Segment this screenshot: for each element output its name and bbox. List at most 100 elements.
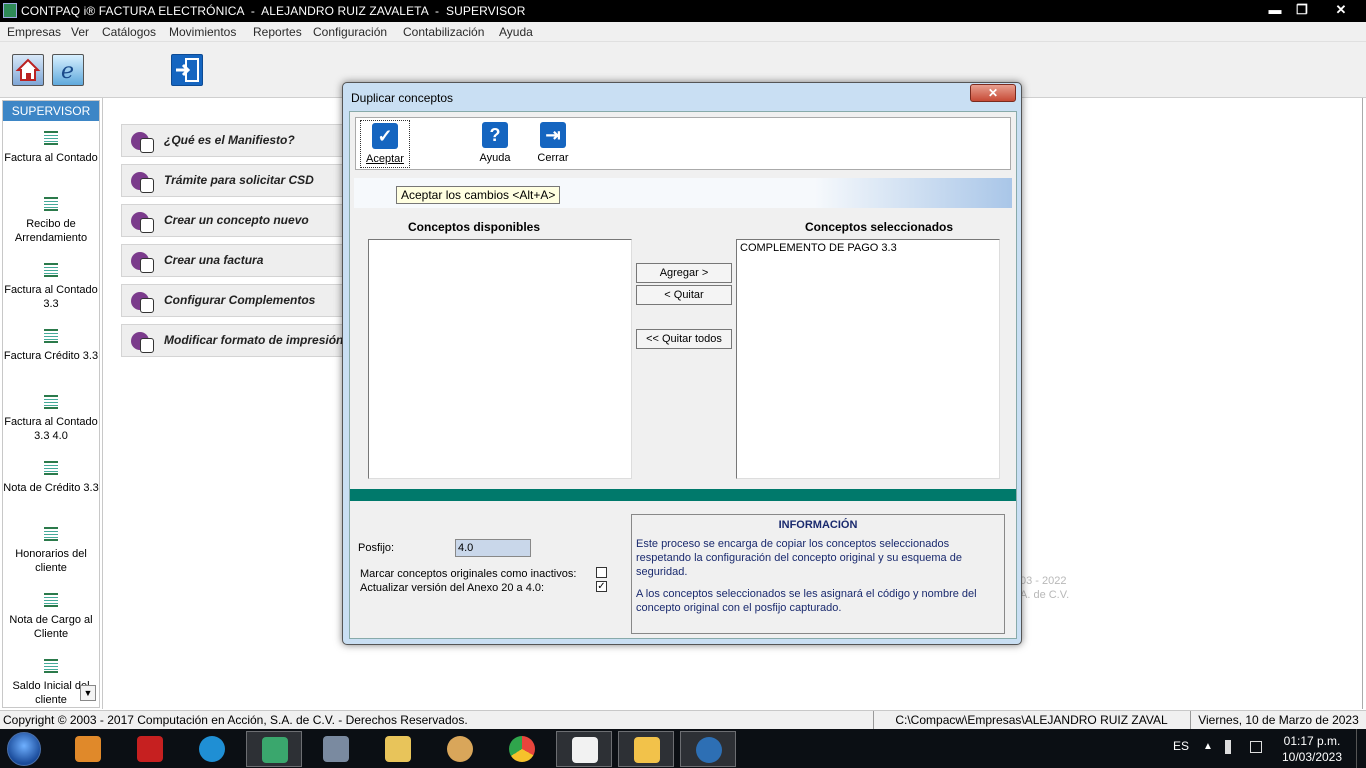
sidebar-item-label: Honorarios del cliente: [15, 548, 87, 574]
sidebar-item-label: Nota de Crédito 3.3: [3, 482, 99, 494]
information-text: Este proceso se encarga de copiar los co…: [636, 538, 962, 578]
restore-button[interactable]: ❐: [1288, 0, 1316, 19]
link-formato-impresion[interactable]: Modificar formato de impresión: [121, 324, 351, 357]
link-label: Configurar Complementos: [164, 293, 316, 307]
link-tramite-csd[interactable]: Trámite para solicitar CSD: [121, 164, 351, 197]
information-panel: INFORMACIÓN Este proceso se encarga de c…: [631, 514, 1005, 634]
sidebar-item-nota-credito-33[interactable]: Nota de Crédito 3.3: [3, 461, 99, 495]
sidebar-item-label: Saldo Inicial del cliente: [12, 680, 90, 706]
pointing-hand-icon: [131, 132, 154, 153]
status-date: Viernes, 10 de Marzo de 2023: [1190, 711, 1366, 729]
chrome-icon[interactable]: [494, 731, 550, 767]
postfix-input[interactable]: 4.0: [455, 539, 531, 557]
triangle-app-icon[interactable]: [680, 731, 736, 767]
update-annex-checkbox[interactable]: ✓: [596, 581, 607, 592]
app-glyph: [447, 736, 473, 762]
sidebar-item-label: Factura al Contado 3.3 4.0: [4, 416, 98, 442]
dialog-close-button[interactable]: ✕: [970, 84, 1016, 102]
menu-reportes[interactable]: Reportes: [253, 25, 302, 39]
selected-concepts-header: Conceptos seleccionados: [805, 220, 954, 234]
close-window-button[interactable]: ✕: [1320, 0, 1362, 19]
exit-icon[interactable]: [171, 54, 203, 86]
sidebar-item-recibo-arrendamiento[interactable]: Recibo de Arrendamiento: [3, 197, 99, 245]
pdf-reader-icon[interactable]: [122, 731, 178, 767]
network-icon[interactable]: [1250, 741, 1262, 753]
app-glyph: [385, 736, 411, 762]
media-player-icon[interactable]: [60, 731, 116, 767]
paint-icon[interactable]: [432, 731, 488, 767]
postfix-label: Posfijo:: [358, 542, 395, 554]
link-crear-factura[interactable]: Crear una factura: [121, 244, 351, 277]
menu-movimientos[interactable]: Movimientos: [169, 25, 236, 39]
document-icon: [44, 395, 58, 409]
show-desktop-button[interactable]: [1356, 729, 1366, 768]
checkmark-icon: ✓: [372, 123, 398, 149]
accept-label: Aceptar: [366, 153, 404, 165]
pointing-hand-icon: [131, 212, 154, 233]
edge-icon[interactable]: [184, 731, 240, 767]
help-button[interactable]: ? Ayuda: [470, 120, 520, 168]
sidebar-item-label: Factura al Contado 3.3: [4, 284, 98, 310]
app-glyph: [634, 737, 660, 763]
start-button[interactable]: [7, 732, 41, 766]
link-label: Crear un concepto nuevo: [164, 213, 309, 227]
document-icon: [44, 461, 58, 475]
remove-button[interactable]: < Quitar: [636, 285, 732, 305]
sidebar-scroll-down-button[interactable]: ▼: [80, 685, 96, 701]
sidebar-item-label: Nota de Cargo al Cliente: [9, 614, 93, 640]
sidebar-item-nota-cargo[interactable]: Nota de Cargo al Cliente: [3, 593, 99, 641]
link-crear-concepto[interactable]: Crear un concepto nuevo: [121, 204, 351, 237]
menu-empresas[interactable]: Empresas: [7, 25, 61, 39]
app-glyph: [262, 737, 288, 763]
minimize-button[interactable]: ▬: [1261, 0, 1289, 19]
remove-all-button[interactable]: << Quitar todos: [636, 329, 732, 349]
link-configurar-complementos[interactable]: Configurar Complementos: [121, 284, 351, 317]
menu-configuracion[interactable]: Configuración: [313, 25, 387, 39]
calculator-icon[interactable]: [308, 731, 364, 767]
chart-app-icon[interactable]: [556, 731, 612, 767]
sidebar-item-factura-contado-33-40[interactable]: Factura al Contado 3.3 4.0: [3, 395, 99, 443]
web-icon[interactable]: e: [52, 54, 84, 86]
sidebar: SUPERVISOR Factura al Contado Recibo de …: [2, 100, 100, 708]
sidebar-item-factura-contado-33[interactable]: Factura al Contado 3.3: [3, 263, 99, 311]
clock[interactable]: 01:17 p.m. 10/03/2023: [1278, 733, 1346, 765]
window-title: CONTPAQ i® FACTURA ELECTRÓNICA - ALEJAND…: [21, 4, 526, 18]
link-manifiesto[interactable]: ¿Qué es el Manifiesto?: [121, 124, 351, 157]
menu-ver[interactable]: Ver: [71, 25, 89, 39]
file-explorer-icon[interactable]: [370, 731, 426, 767]
close-button[interactable]: ⇥ Cerrar: [528, 120, 578, 168]
menu-catalogos[interactable]: Catálogos: [102, 25, 156, 39]
sidebar-item-factura-credito-33[interactable]: Factura Crédito 3.3: [3, 329, 99, 363]
sidebar-item-factura-contado[interactable]: Factura al Contado: [3, 131, 99, 165]
contpaq-icon[interactable]: [246, 731, 302, 767]
status-company-path: C:\Compacw\Empresas\ALEJANDRO RUIZ ZAVAL: [873, 711, 1189, 729]
selected-concepts-list[interactable]: COMPLEMENTO DE PAGO 3.3: [736, 239, 1000, 479]
tray-expand-icon[interactable]: ▲: [1203, 741, 1213, 752]
menu-bar: Empresas Ver Catálogos Movimientos Repor…: [0, 22, 1366, 42]
available-concepts-list[interactable]: [368, 239, 632, 479]
slides-app-icon[interactable]: [618, 731, 674, 767]
menu-ayuda[interactable]: Ayuda: [499, 25, 533, 39]
accept-button[interactable]: ✓ Aceptar: [360, 120, 410, 168]
list-item[interactable]: COMPLEMENTO DE PAGO 3.3: [740, 242, 897, 254]
sidebar-item-honorarios[interactable]: Honorarios del cliente: [3, 527, 99, 575]
sidebar-header: SUPERVISOR: [3, 101, 99, 121]
document-icon: [44, 329, 58, 343]
app-glyph: [199, 736, 225, 762]
menu-contabilizacion[interactable]: Contabilización: [403, 25, 484, 39]
language-indicator[interactable]: ES: [1173, 739, 1189, 753]
mark-inactive-checkbox[interactable]: [596, 567, 607, 578]
dialog-body: ✓ Aceptar ? Ayuda ⇥ Cerrar Aceptar los c…: [349, 111, 1017, 639]
add-button[interactable]: Agregar >: [636, 263, 732, 283]
volume-icon[interactable]: [1225, 740, 1239, 754]
faded-copyright-line: A. de C.V.: [1020, 589, 1070, 601]
taskbar: ES ▲ 01:17 p.m. 10/03/2023: [0, 729, 1366, 768]
svg-text:e: e: [61, 59, 74, 84]
document-icon: [44, 131, 58, 145]
link-label: Modificar formato de impresión: [164, 333, 344, 347]
document-icon: [44, 659, 58, 673]
link-label: Crear una factura: [164, 253, 264, 267]
status-copyright: Copyright © 2003 - 2017 Computación en A…: [3, 713, 468, 727]
home-icon[interactable]: [12, 54, 44, 86]
update-annex-label: Actualizar versión del Anexo 20 a 4.0:: [360, 582, 545, 594]
